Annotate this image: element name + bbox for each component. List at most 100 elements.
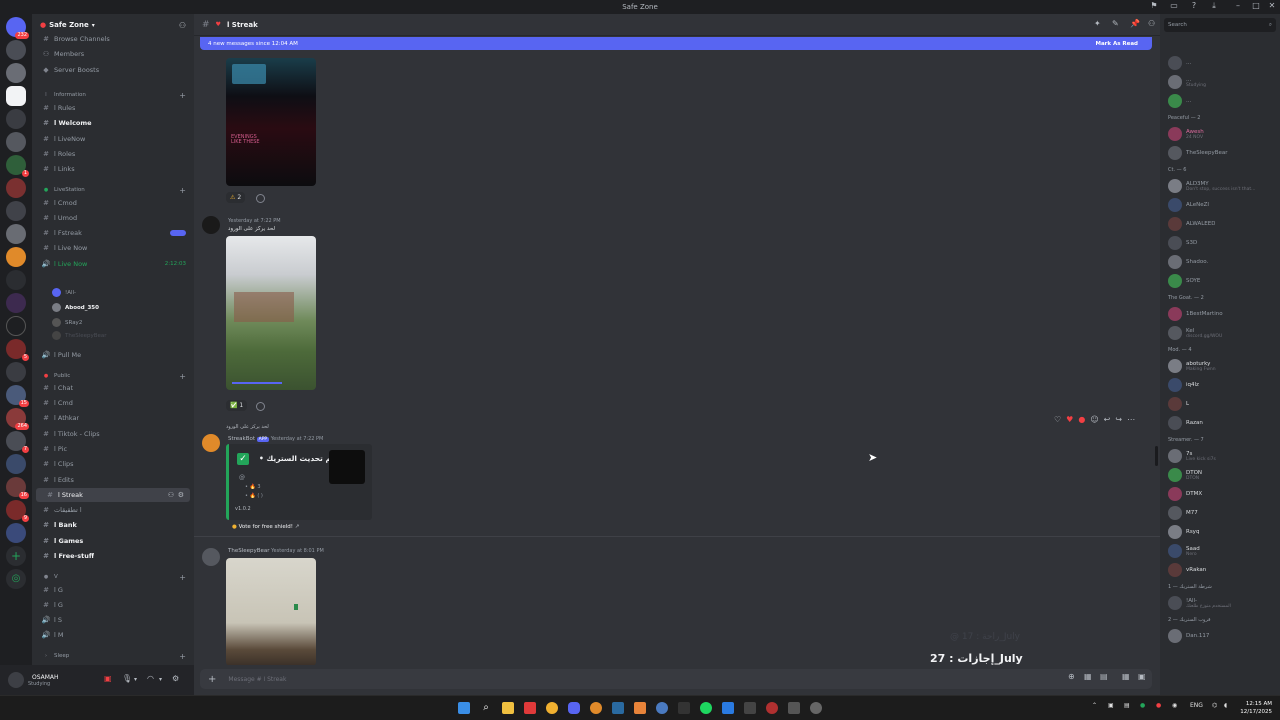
app-icon[interactable] — [634, 702, 646, 714]
channel-streak[interactable]: # ا Streak ⚙ ⚇ — [36, 488, 190, 502]
network-icon[interactable]: ⌬ — [1212, 702, 1217, 709]
tray-expand-icon[interactable]: ⌃ — [1092, 702, 1097, 709]
app-icon[interactable] — [788, 702, 800, 714]
member-item[interactable]: DTON DTON — [1164, 466, 1278, 484]
reaction-icon[interactable]: ● — [1078, 415, 1085, 424]
server-icon-active[interactable] — [6, 86, 26, 106]
channel-apps[interactable]: # ا تطقيقات — [32, 503, 194, 517]
add-reaction-icon[interactable] — [256, 194, 265, 203]
member-item[interactable]: ALD3MY Don't stop, success isn't that... — [1164, 177, 1278, 195]
channel-fstreak[interactable]: # ا Fstreak — [32, 226, 194, 240]
settings-icon[interactable]: ⚙ — [178, 491, 184, 499]
window-icon[interactable]: ▭ — [1168, 1, 1180, 10]
new-messages-bar[interactable]: 4 new messages since 12:04 AM Mark As Re… — [200, 37, 1152, 50]
bot-name[interactable]: StreakBot — [228, 436, 255, 442]
member-item[interactable]: ... — [1164, 92, 1278, 110]
server-icon[interactable] — [6, 40, 26, 60]
member-item[interactable]: vRakan — [1164, 561, 1278, 579]
threads-icon[interactable]: ✦ — [1094, 19, 1101, 28]
category-livestation[interactable]: ● LiveStation + — [32, 183, 194, 197]
member-item[interactable]: SOYE — [1164, 272, 1278, 290]
add-server-icon[interactable]: + — [6, 546, 26, 566]
app-icon[interactable] — [766, 702, 778, 714]
tray-icon[interactable]: ▤ — [1124, 702, 1130, 709]
add-channel-icon[interactable]: + — [179, 573, 186, 582]
author-name[interactable]: TheSleepyBear — [228, 548, 270, 554]
pin-icon[interactable]: 📌 — [1130, 19, 1140, 28]
server-icon[interactable] — [6, 316, 26, 336]
video-progress[interactable] — [232, 382, 282, 384]
clock[interactable]: 12:15 AM 12/17/2025 — [1240, 700, 1272, 716]
settings-icon[interactable]: ⚙ — [172, 674, 179, 683]
category-sleep[interactable]: › Sleep + — [32, 649, 194, 663]
bot-avatar[interactable] — [202, 434, 220, 452]
member-list-icon[interactable]: ⚇ — [1148, 19, 1155, 28]
channel-live-now[interactable]: # ا Live Now — [32, 241, 194, 255]
channel-g[interactable]: # ا G — [32, 598, 194, 612]
avatar[interactable] — [202, 216, 220, 234]
members-link[interactable]: ⚇ Members — [32, 47, 194, 61]
voice-channel-live-now[interactable]: 🔊 ا Live Now 2:12:03 — [32, 257, 194, 271]
category-information[interactable]: ا Information + — [32, 88, 194, 102]
server-icon[interactable] — [6, 63, 26, 83]
add-channel-icon[interactable]: + — [179, 186, 186, 195]
member-item[interactable]: 1BestMartino — [1164, 305, 1278, 323]
channel-welcome[interactable]: # ا Welcome — [32, 116, 194, 130]
channel-roles[interactable]: # ا Roles — [32, 147, 194, 161]
mark-as-read-button[interactable]: Mark As Read — [1095, 41, 1138, 47]
sticker-icon[interactable]: ▤ — [1100, 672, 1108, 681]
member-item[interactable]: Razan — [1164, 414, 1278, 432]
apps-icon[interactable]: ▦ — [1122, 672, 1130, 681]
server-icon[interactable]: 16 — [6, 477, 29, 499]
server-boosts[interactable]: ◆ Server Boosts — [32, 63, 194, 77]
member-item[interactable]: !All- المستخدم متوزع طلعتك — [1164, 594, 1278, 612]
reaction[interactable]: ✅ 1 — [226, 400, 248, 411]
volume-icon[interactable]: ◖ — [1224, 702, 1227, 709]
channel-cmd[interactable]: # ا Cmd — [32, 396, 194, 410]
member-item[interactable]: TheSleepyBear — [1164, 144, 1278, 162]
voice-user[interactable]: SRay2 — [52, 316, 82, 329]
member-item[interactable]: Shadoo. — [1164, 253, 1278, 271]
message-video[interactable] — [226, 236, 316, 390]
file-explorer-icon[interactable] — [502, 702, 514, 714]
emoji-icon[interactable]: ☺ — [1090, 415, 1098, 424]
app-icon[interactable] — [722, 702, 734, 714]
server-icon[interactable] — [6, 224, 26, 244]
channel-pic[interactable]: # ا Pic — [32, 442, 194, 456]
chevron-down-icon[interactable]: ▾ — [134, 676, 137, 683]
member-item[interactable]: aboturky Making Fwnn — [1164, 357, 1278, 375]
server-icon[interactable] — [6, 523, 26, 543]
add-channel-icon[interactable]: + — [179, 372, 186, 381]
voice-channel-s[interactable]: 🔊 ا S — [32, 613, 194, 627]
search-input[interactable]: Search ⌕ — [1164, 18, 1276, 32]
browse-channels[interactable]: # Browse Channels — [32, 32, 194, 46]
app-icon[interactable] — [810, 702, 822, 714]
member-item[interactable]: L — [1164, 395, 1278, 413]
member-item[interactable]: ... Studying — [1164, 73, 1278, 91]
channel-rules[interactable]: # ا Rules — [32, 101, 194, 115]
add-channel-icon[interactable]: + — [179, 652, 186, 661]
channel-edits[interactable]: # ا Edits — [32, 473, 194, 487]
channel-g[interactable]: # ا G — [32, 583, 194, 597]
member-item[interactable]: M77 — [1164, 504, 1278, 522]
add-friend-icon[interactable]: ⚇ — [179, 21, 186, 30]
heart-icon[interactable]: ♥ — [1066, 415, 1073, 424]
member-item[interactable]: ... — [1164, 54, 1278, 72]
discord-icon[interactable] — [568, 702, 580, 714]
member-item[interactable]: DTMX — [1164, 485, 1278, 503]
member-item[interactable]: S3D — [1164, 234, 1278, 252]
message-image[interactable]: EVENINGS LIKE THESE — [226, 58, 316, 186]
tray-icon[interactable]: ◉ — [1172, 702, 1177, 709]
search-icon[interactable]: ⌕ — [480, 702, 492, 714]
reply-preview[interactable]: لحد يركز على الورود — [226, 424, 269, 430]
message-input[interactable]: + Message # ا Streak ⊕ ▦ ▤ ▦ ▣ — [200, 669, 1152, 689]
steam-icon[interactable] — [612, 702, 624, 714]
member-item[interactable]: Kel discord.gg/WOU — [1164, 324, 1278, 342]
server-icon[interactable] — [6, 201, 26, 221]
server-icon[interactable] — [6, 270, 26, 290]
server-icon[interactable]: 7 — [6, 431, 29, 453]
forward-icon[interactable]: ↪ — [1115, 415, 1122, 424]
message-image[interactable] — [226, 558, 316, 665]
server-icon-dm[interactable]: 232 — [6, 17, 29, 39]
discover-icon[interactable]: ◎ — [6, 569, 26, 589]
